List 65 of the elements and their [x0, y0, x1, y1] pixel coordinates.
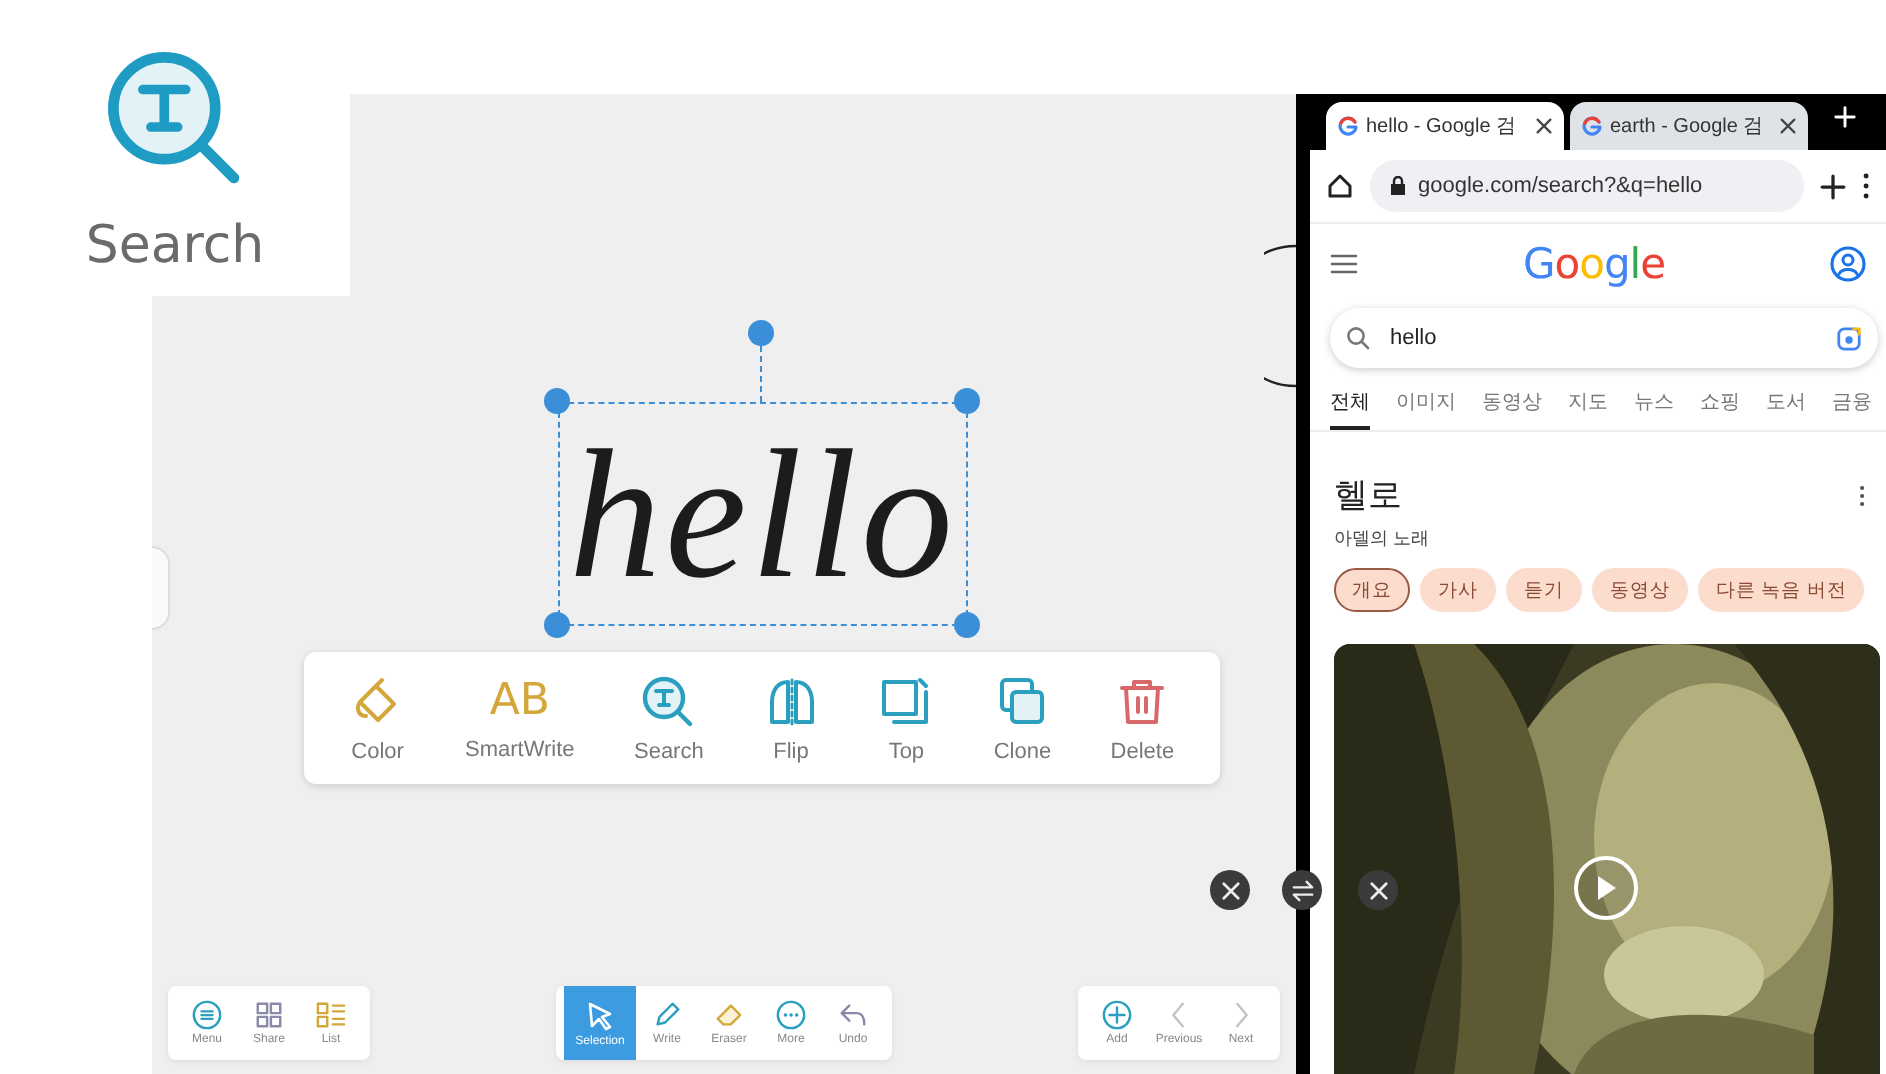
filter-tab[interactable]: 금융 — [1832, 388, 1872, 430]
lock-icon — [1390, 176, 1406, 196]
plus-icon — [1820, 173, 1846, 199]
resize-handle[interactable] — [954, 612, 980, 638]
chip-button[interactable]: 가사 — [1420, 568, 1496, 612]
close-icon — [1780, 118, 1796, 134]
filter-tab[interactable]: 도서 — [1766, 388, 1806, 430]
pointer-icon — [584, 999, 616, 1031]
filter-tab[interactable]: 쇼핑 — [1700, 388, 1740, 430]
more-icon — [1862, 172, 1870, 200]
list-icon — [316, 1000, 346, 1030]
home-icon — [1326, 172, 1354, 200]
swap-icon — [1291, 879, 1313, 901]
google-logo: Google — [1522, 240, 1666, 288]
filter-tab[interactable]: 동영상 — [1482, 388, 1542, 430]
address-bar[interactable]: google.com/search?&q=hello — [1370, 160, 1804, 212]
search-icon — [1346, 326, 1370, 350]
chip-button[interactable]: 동영상 — [1592, 568, 1688, 612]
result-title: 헬로 — [1334, 474, 1402, 518]
menu-item[interactable]: Clone — [985, 669, 1060, 767]
menu-item[interactable]: Flip — [755, 669, 828, 767]
eraser-icon — [714, 1000, 744, 1030]
icon-label: Search — [85, 216, 265, 276]
delete-button[interactable]: Delete — [1102, 669, 1183, 767]
menu-item[interactable]: Search — [625, 669, 712, 767]
search-icon — [640, 673, 697, 729]
plus-icon — [1834, 106, 1856, 128]
more-icon — [1858, 483, 1866, 507]
camera-icon — [1836, 325, 1862, 351]
filter-tab[interactable]: 이미지 — [1396, 388, 1456, 430]
g-icon — [1582, 116, 1602, 136]
more-icon — [776, 1000, 806, 1030]
chip-button[interactable]: 다른 녹음 버전 — [1698, 568, 1865, 612]
close-icon — [1369, 881, 1387, 899]
play-button[interactable] — [1574, 856, 1638, 920]
side-handle[interactable] — [152, 546, 170, 630]
pen-icon — [652, 1000, 682, 1030]
add-icon — [1102, 1000, 1132, 1030]
resize-handle[interactable] — [544, 612, 570, 638]
g-icon — [1338, 116, 1358, 136]
result-subtitle: 아델의 노래 — [1332, 526, 1432, 552]
browser-tab[interactable]: hello - Google 검 — [1326, 102, 1564, 150]
chip-button[interactable]: 듣기 — [1506, 568, 1582, 612]
menu-item[interactable]: AB SmartWrite — [457, 671, 583, 765]
account-icon — [1829, 246, 1866, 282]
chip-button[interactable]: 개요 — [1334, 568, 1410, 612]
search-field[interactable]: hello — [1330, 308, 1878, 368]
browser-tab[interactable]: earth - Google 검 — [1570, 102, 1808, 150]
rotate-handle[interactable] — [748, 320, 774, 346]
resize-handle[interactable] — [954, 388, 980, 414]
menu-item[interactable]: Color — [341, 669, 414, 767]
resize-handle[interactable] — [544, 388, 570, 414]
grid-icon — [254, 1000, 284, 1030]
filter-tab[interactable]: 지도 — [1568, 388, 1608, 430]
close-icon — [1536, 118, 1552, 134]
filter-tab[interactable]: 뉴스 — [1634, 388, 1674, 430]
handwriting: hello — [569, 422, 957, 606]
menu-item[interactable]: Top — [870, 669, 943, 767]
menu-icon — [1330, 252, 1358, 276]
filter-tab[interactable]: 전체 — [1330, 388, 1370, 430]
play-icon — [1594, 874, 1618, 902]
close-icon — [1221, 881, 1239, 899]
undo-icon — [838, 1000, 868, 1030]
menu-icon — [192, 1000, 222, 1030]
letters-icon: AB — [489, 675, 550, 727]
